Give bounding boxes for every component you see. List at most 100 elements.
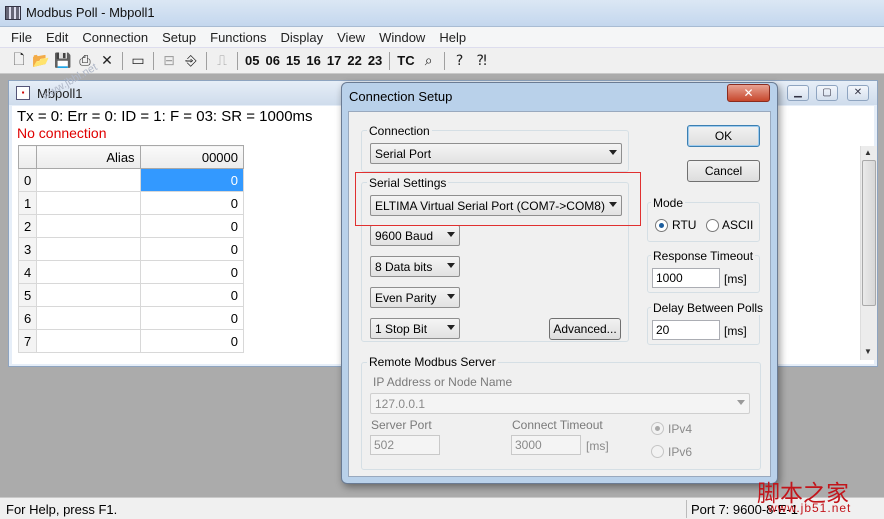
rtu-radio[interactable] xyxy=(655,219,668,232)
scroll-up-icon[interactable]: ▲ xyxy=(864,148,872,157)
scan-icon[interactable]: ⌕ xyxy=(418,50,440,72)
fc-22-button[interactable]: 22 xyxy=(344,53,364,68)
table-row: 7 0 xyxy=(17,329,245,353)
fc-06-button[interactable]: 06 xyxy=(262,53,282,68)
alias-cell[interactable] xyxy=(36,237,141,261)
value-cell[interactable]: 0 xyxy=(139,214,245,238)
chevron-down-icon xyxy=(447,232,455,237)
title-bar: Modbus Poll - Mbpoll1 xyxy=(0,0,884,27)
value-cell[interactable]: 0 xyxy=(139,237,245,261)
cancel-button[interactable]: Cancel xyxy=(687,160,760,182)
table-row: 3 0 xyxy=(17,237,245,261)
delay-between-polls-unit: [ms] xyxy=(724,324,747,338)
open-icon[interactable]: 📂 xyxy=(30,50,52,72)
connection-value: Serial Port xyxy=(375,147,432,161)
help-icon[interactable]: ? xyxy=(449,50,471,72)
response-timeout-label: Response Timeout xyxy=(651,249,756,263)
alias-cell[interactable] xyxy=(36,283,141,307)
menu-setup[interactable]: Setup xyxy=(155,30,203,45)
menu-connection[interactable]: Connection xyxy=(75,30,155,45)
row-index: 3 xyxy=(17,237,38,261)
scroll-down-icon[interactable]: ▼ xyxy=(864,347,872,356)
value-cell[interactable]: 0 xyxy=(139,283,245,307)
fc-05-button[interactable]: 05 xyxy=(242,53,262,68)
connect-timeout-input[interactable]: 3000 xyxy=(511,435,581,455)
table-row: 5 0 xyxy=(17,283,245,307)
close-button[interactable]: ✕ xyxy=(847,85,869,101)
status-help-text: For Help, press F1. xyxy=(6,502,118,517)
window-icon[interactable]: ▭ xyxy=(127,50,149,72)
chevron-down-icon xyxy=(737,400,745,405)
menu-edit[interactable]: Edit xyxy=(39,30,75,45)
vertical-scrollbar[interactable]: ▲ ▼ xyxy=(860,146,877,360)
ipv4-radio[interactable] xyxy=(651,422,664,435)
fc-23-button[interactable]: 23 xyxy=(365,53,385,68)
connect-timeout-label: Connect Timeout xyxy=(510,418,605,432)
alias-cell[interactable] xyxy=(36,260,141,284)
ip-address-input[interactable]: 127.0.0.1 xyxy=(370,393,750,414)
new-icon[interactable]: 🗋 xyxy=(8,50,30,72)
connection-select[interactable]: Serial Port xyxy=(370,143,622,164)
parity-select[interactable]: Even Parity xyxy=(370,287,460,308)
row-index: 1 xyxy=(17,191,38,215)
alias-cell[interactable] xyxy=(36,329,141,353)
fc-15-button[interactable]: 15 xyxy=(283,53,303,68)
delete-icon[interactable]: ✕ xyxy=(96,50,118,72)
status-bar: For Help, press F1. Port 7: 9600-8-E-1 xyxy=(0,497,884,519)
toolbar-separator xyxy=(153,51,154,70)
tc-button[interactable]: TC xyxy=(394,53,417,68)
save-icon[interactable]: 💾 xyxy=(52,50,74,72)
alias-cell[interactable] xyxy=(36,214,141,238)
chevron-down-icon xyxy=(447,294,455,299)
data-bits-select[interactable]: 8 Data bits xyxy=(370,256,460,277)
ipv6-radio[interactable] xyxy=(651,445,664,458)
remote-server-label: Remote Modbus Server xyxy=(367,355,498,369)
value-cell[interactable]: 0 xyxy=(139,191,245,215)
server-port-input[interactable]: 502 xyxy=(370,435,440,455)
mode-label: Mode xyxy=(651,196,686,210)
ok-button[interactable]: OK xyxy=(687,125,760,147)
dialog-close-button[interactable]: ✕ xyxy=(727,84,770,102)
menu-view[interactable]: View xyxy=(330,30,372,45)
menu-window[interactable]: Window xyxy=(372,30,432,45)
delay-between-polls-input[interactable]: 20 xyxy=(652,320,720,340)
disconnect-icon[interactable]: ⎆ xyxy=(180,50,202,72)
advanced-button[interactable]: Advanced... xyxy=(549,318,621,340)
menu-help[interactable]: Help xyxy=(432,30,473,45)
response-timeout-unit: [ms] xyxy=(724,272,747,286)
context-help-icon[interactable]: ⁈ xyxy=(471,50,493,72)
table-row: 4 0 xyxy=(17,260,245,284)
scrollbar-thumb[interactable] xyxy=(862,160,876,306)
menu-functions[interactable]: Functions xyxy=(203,30,273,45)
parity-value: Even Parity xyxy=(375,291,437,305)
stop-bits-value: 1 Stop Bit xyxy=(375,322,428,336)
alias-cell[interactable] xyxy=(36,306,141,330)
minimize-button[interactable]: ▁ xyxy=(787,85,809,101)
value-cell[interactable]: 0 xyxy=(139,306,245,330)
menu-file[interactable]: File xyxy=(4,30,39,45)
alias-cell[interactable] xyxy=(36,168,141,192)
alias-cell[interactable] xyxy=(36,191,141,215)
pulse-icon[interactable]: ⎍ xyxy=(211,50,233,72)
connection-label: Connection xyxy=(367,124,432,138)
menu-display[interactable]: Display xyxy=(274,30,331,45)
connect-icon[interactable]: ⊟ xyxy=(158,50,180,72)
response-timeout-input[interactable]: 1000 xyxy=(652,268,720,288)
alias-column-header[interactable]: Alias xyxy=(36,145,141,169)
register-column-header[interactable]: 00000 xyxy=(139,145,245,169)
table-row: 0 0 xyxy=(17,168,245,192)
connection-status: No connection xyxy=(17,125,107,141)
maximize-button[interactable]: ▢ xyxy=(816,85,838,101)
chevron-down-icon xyxy=(609,150,617,155)
value-cell[interactable]: 0 xyxy=(139,260,245,284)
fc-16-button[interactable]: 16 xyxy=(303,53,323,68)
fc-17-button[interactable]: 17 xyxy=(324,53,344,68)
value-cell[interactable]: 0 xyxy=(139,329,245,353)
chevron-down-icon xyxy=(447,263,455,268)
ascii-label: ASCII xyxy=(722,218,754,232)
register-grid: Alias 00000 0 0 1 0 2 0 3 0 4 0 5 0 6 0 … xyxy=(17,145,245,353)
stop-bits-select[interactable]: 1 Stop Bit xyxy=(370,318,460,339)
value-cell[interactable]: 0 xyxy=(139,168,245,192)
ascii-radio[interactable] xyxy=(706,219,719,232)
baud-select[interactable]: 9600 Baud xyxy=(370,225,460,246)
